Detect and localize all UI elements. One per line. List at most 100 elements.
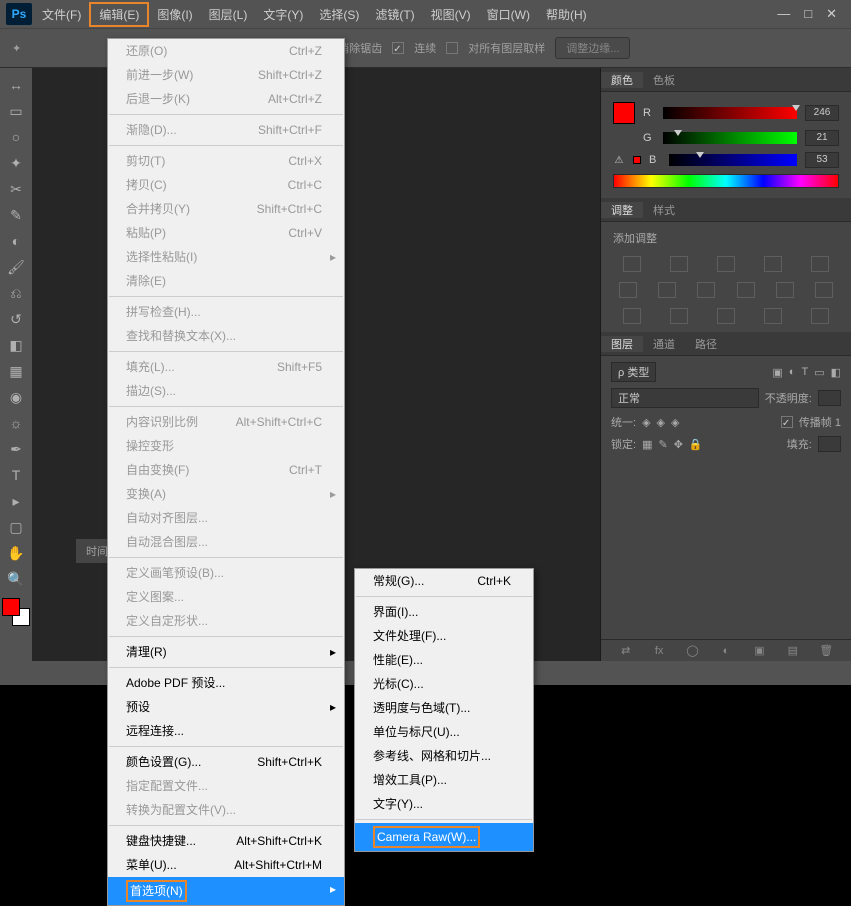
menu-视图(V)[interactable]: 视图(V) [423,4,479,25]
adjustment-layer-icon[interactable]: ◐ [719,644,733,658]
tab-color[interactable]: 颜色 [601,72,643,88]
adj-threshold-icon[interactable] [717,308,735,324]
menu-窗口(W)[interactable]: 窗口(W) [479,4,538,25]
color-swatch[interactable] [613,102,635,124]
menu-文字(Y)[interactable]: 文字(Y) [255,4,311,25]
group-icon[interactable]: ▣ [752,644,766,658]
opacity-input[interactable] [818,390,841,406]
trash-icon[interactable]: 🗑 [819,644,833,658]
menuitem-远程连接...[interactable]: 远程连接... [108,719,344,743]
b-value[interactable]: 53 [805,152,839,168]
menuitem-光标(C)...[interactable]: 光标(C)... [355,672,533,696]
link-icon[interactable]: ⇄ [619,644,633,658]
menuitem-文字(Y)...[interactable]: 文字(Y)... [355,792,533,816]
menuitem-Camera Raw(W)...[interactable]: Camera Raw(W)... [355,823,533,851]
adj-posterize-icon[interactable] [670,308,688,324]
adj-bw-icon[interactable] [697,282,715,298]
adj-curves-icon[interactable] [717,256,735,272]
menuitem-首选项(N)[interactable]: 首选项(N) [108,877,344,905]
lock-pos-icon[interactable]: ✥ [674,438,683,451]
menu-文件(F)[interactable]: 文件(F) [34,4,89,25]
filter-smart-icon[interactable]: ◧ [831,366,841,379]
tab-styles[interactable]: 样式 [643,202,685,218]
menuitem-透明度与色域(T)...[interactable]: 透明度与色域(T)... [355,696,533,720]
eraser-tool[interactable]: ◧ [5,334,27,356]
b-slider[interactable] [669,154,797,166]
menu-图层(L)[interactable]: 图层(L) [201,4,256,25]
menu-选择(S)[interactable]: 选择(S) [311,4,367,25]
move-tool[interactable]: ↔ [5,74,27,96]
adj-exposure-icon[interactable] [764,256,782,272]
menuitem-菜单(U)...[interactable]: 菜单(U)...Alt+Shift+Ctrl+M [108,853,344,877]
menuitem-单位与标尺(U)...[interactable]: 单位与标尺(U)... [355,720,533,744]
tab-swatches[interactable]: 色板 [643,72,685,88]
adj-levels-icon[interactable] [670,256,688,272]
close-button[interactable]: ✕ [826,6,837,22]
lasso-tool[interactable]: ○ [5,126,27,148]
contiguous-checkbox[interactable] [392,42,404,54]
menu-编辑(E)[interactable]: 编辑(E) [89,2,149,27]
menuitem-界面(I)...[interactable]: 界面(I)... [355,600,533,624]
marquee-tool[interactable]: ▭ [5,100,27,122]
type-tool[interactable]: T [5,464,27,486]
propagate-checkbox[interactable] [781,416,793,428]
tab-channels[interactable]: 通道 [643,336,685,352]
menu-帮助(H)[interactable]: 帮助(H) [538,4,595,25]
blend-mode-select[interactable]: 正常 [611,388,759,408]
tab-paths[interactable]: 路径 [685,336,727,352]
unify-style-icon[interactable]: ◈ [671,416,679,429]
g-slider[interactable] [663,132,797,144]
unify-vis-icon[interactable]: ◈ [657,416,665,429]
adj-mixer-icon[interactable] [776,282,794,298]
menuitem-预设[interactable]: 预设 [108,695,344,719]
hand-tool[interactable]: ✋ [5,542,27,564]
adj-invert-icon[interactable] [623,308,641,324]
path-select-tool[interactable]: ▸ [5,490,27,512]
adj-balance-icon[interactable] [658,282,676,298]
menuitem-参考线、网格和切片...[interactable]: 参考线、网格和切片... [355,744,533,768]
adj-selective-icon[interactable] [811,308,829,324]
healing-tool[interactable]: ◐ [5,230,27,252]
fx-icon[interactable]: fx [652,644,666,658]
filter-pixel-icon[interactable]: ▣ [772,366,782,379]
new-layer-icon[interactable]: ▤ [786,644,800,658]
tab-layers[interactable]: 图层 [601,336,643,352]
all-layers-checkbox[interactable] [446,42,458,54]
shape-tool[interactable]: ▢ [5,516,27,538]
stamp-tool[interactable]: ⎌ [5,282,27,304]
menuitem-清理(R)[interactable]: 清理(R) [108,640,344,664]
filter-adj-icon[interactable]: ◐ [789,366,796,378]
adj-photo-filter-icon[interactable] [737,282,755,298]
menuitem-文件处理(F)...[interactable]: 文件处理(F)... [355,624,533,648]
menu-图像(I)[interactable]: 图像(I) [149,4,200,25]
gradient-tool[interactable]: ▦ [5,360,27,382]
adj-vibrance-icon[interactable] [811,256,829,272]
lock-pixel-icon[interactable]: ✎ [658,438,667,451]
history-brush-tool[interactable]: ↺ [5,308,27,330]
eyedropper-tool[interactable]: ✎ [5,204,27,226]
menuitem-性能(E)...[interactable]: 性能(E)... [355,648,533,672]
tab-adjustments[interactable]: 调整 [601,202,643,218]
pen-tool[interactable]: ✒ [5,438,27,460]
dodge-tool[interactable]: ☼ [5,412,27,434]
r-value[interactable]: 246 [805,105,839,121]
hue-strip[interactable] [613,174,839,188]
unify-pos-icon[interactable]: ◈ [642,416,650,429]
zoom-tool[interactable]: 🔍 [5,568,27,590]
menuitem-常规(G)...[interactable]: 常规(G)...Ctrl+K [355,569,533,593]
filter-text-icon[interactable]: T [801,366,808,378]
brush-tool[interactable]: 🖌 [5,256,27,278]
adj-lookup-icon[interactable] [815,282,833,298]
layer-filter-kind[interactable]: ρ 类型 [611,362,656,382]
filter-shape-icon[interactable]: ▭ [814,366,824,379]
menuitem-Adobe PDF 预设...[interactable]: Adobe PDF 预设... [108,671,344,695]
crop-tool[interactable]: ✂ [5,178,27,200]
lock-trans-icon[interactable]: ▦ [642,438,652,451]
maximize-button[interactable]: □ [804,6,812,22]
refine-edge-button[interactable]: 调整边缘... [555,37,630,59]
menuitem-颜色设置(G)...[interactable]: 颜色设置(G)...Shift+Ctrl+K [108,750,344,774]
blur-tool[interactable]: ◉ [5,386,27,408]
adj-gradient-map-icon[interactable] [764,308,782,324]
fill-input[interactable] [818,436,841,452]
menuitem-增效工具(P)...[interactable]: 增效工具(P)... [355,768,533,792]
